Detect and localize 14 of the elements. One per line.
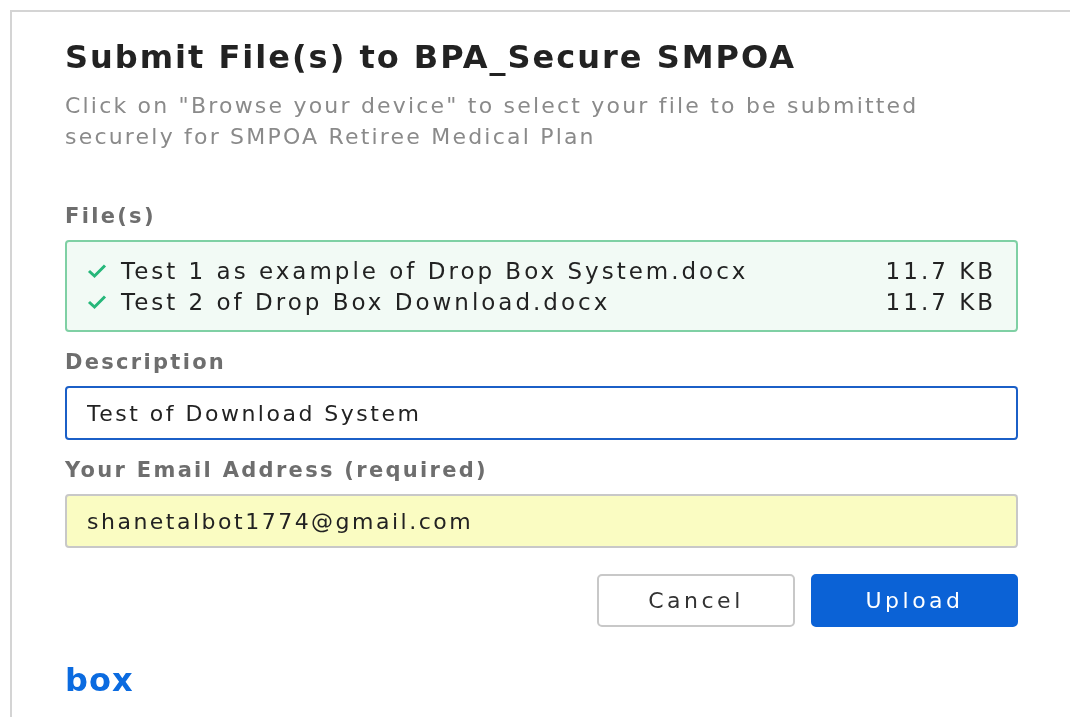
file-name: Test 2 of Drop Box Download.docx bbox=[121, 288, 612, 315]
upload-button[interactable]: Upload bbox=[811, 574, 1018, 627]
file-size: 11.7 KB bbox=[885, 257, 996, 284]
dialog-title: Submit File(s) to BPA_Secure SMPOA bbox=[65, 38, 798, 76]
email-field[interactable]: shanetalbot1774@gmail.com bbox=[65, 494, 1018, 548]
file-name: Test 1 as example of Drop Box System.docx bbox=[121, 257, 750, 284]
field-label: Description bbox=[65, 350, 228, 374]
description-field[interactable]: Test of Download System bbox=[65, 386, 1018, 440]
dialog-description: Click on "Browse your device" to select your file to be submitted securely for SMPOA Retiree Medical Plan bbox=[65, 92, 920, 151]
file-size: 11.7 KB bbox=[885, 288, 996, 315]
cancel-button[interactable]: Cancel bbox=[597, 574, 795, 627]
box-logo: box bbox=[65, 665, 134, 695]
field-label: Your Email Address (required) bbox=[65, 458, 489, 482]
field-label: File(s) bbox=[65, 204, 157, 228]
